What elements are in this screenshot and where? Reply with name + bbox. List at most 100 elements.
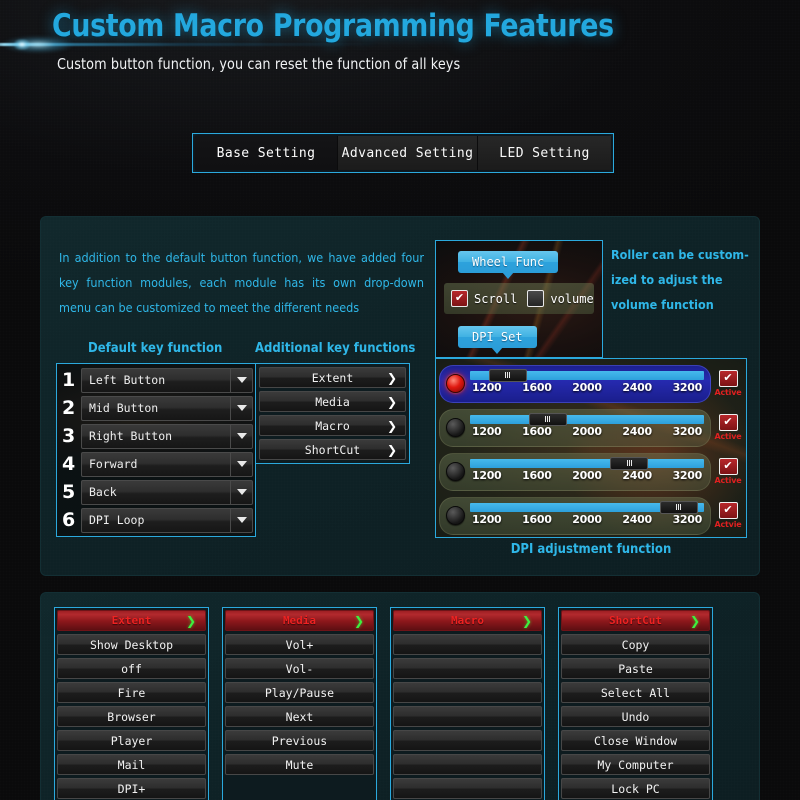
default-key-row: 5 Back [57, 478, 253, 506]
additional-key-list: Extent ❯ Media ❯ Macro ❯ ShortCut ❯ [255, 363, 410, 464]
menu-item[interactable]: DPI+ [57, 778, 206, 799]
scroll-checkbox[interactable] [451, 290, 468, 307]
menu-item[interactable] [393, 706, 542, 727]
chevron-right-icon: ❯ [521, 613, 532, 628]
menu-header-macro[interactable]: Macro ❯ [393, 610, 542, 631]
dpi-row-3[interactable]: 1200 1600 2000 2400 3200 ✔ Active [439, 451, 743, 492]
check-icon[interactable]: ✔ [718, 458, 738, 475]
additional-key-extent[interactable]: Extent ❯ [259, 367, 406, 388]
menu-item[interactable]: Mail [57, 754, 206, 775]
check-icon[interactable]: ✔ [718, 502, 738, 519]
menu-item[interactable]: Paste [561, 658, 710, 679]
default-key-row: 1 Left Button [57, 366, 253, 394]
menu-item[interactable] [393, 634, 542, 655]
check-icon[interactable]: ✔ [718, 370, 738, 387]
key-dropdown-3[interactable]: Right Button [81, 423, 253, 449]
dpi-row-body: 1200 1600 2000 2400 3200 [439, 364, 711, 403]
menu-column-extent: Extent ❯ Show Desktop off Fire Browser P… [54, 607, 209, 800]
active-label: Active [714, 476, 742, 485]
lens-flare-core [2, 36, 74, 53]
dpi-slider-2[interactable]: 1200 1600 2000 2400 3200 [470, 412, 704, 444]
dpi-slider-4[interactable]: 1200 1600 2000 2400 3200 [470, 500, 704, 532]
menu-item[interactable] [393, 682, 542, 703]
additional-key-shortcut[interactable]: ShortCut ❯ [259, 439, 406, 460]
dpi-active-toggle-4[interactable]: ✔ Actvie [713, 502, 743, 529]
tick-label: 1200 [472, 468, 502, 482]
menu-item[interactable]: Player [57, 730, 206, 751]
key-number: 6 [62, 508, 76, 531]
menu-item[interactable]: Previous [225, 730, 374, 751]
active-label: Active [714, 432, 742, 441]
dpi-slider-1[interactable]: 1200 1600 2000 2400 3200 [470, 368, 704, 400]
chevron-right-icon: ❯ [386, 418, 397, 433]
menu-item[interactable]: Vol+ [225, 634, 374, 655]
additional-key-label: Macro [315, 418, 350, 433]
chevron-down-icon [230, 424, 252, 448]
menu-item[interactable]: Lock PC [561, 778, 710, 799]
menu-item[interactable] [393, 754, 542, 775]
key-dropdown-4[interactable]: Forward [81, 451, 253, 477]
menu-item[interactable]: Browser [57, 706, 206, 727]
dpi-active-toggle-2[interactable]: ✔ Active [713, 414, 743, 441]
dpi-slider-3[interactable]: 1200 1600 2000 2400 3200 [470, 456, 704, 488]
menu-item[interactable] [393, 658, 542, 679]
tick-label: 1600 [522, 468, 552, 482]
additional-key-label: Extent [311, 370, 354, 385]
dpi-row-1[interactable]: 1200 1600 2000 2400 3200 ✔ Active [439, 363, 743, 404]
menu-item[interactable]: Undo [561, 706, 710, 727]
tab-led-setting[interactable]: LED Setting [477, 136, 611, 170]
menu-item[interactable]: Play/Pause [225, 682, 374, 703]
dpi-set-callout[interactable]: DPI Set [458, 326, 537, 354]
menu-item[interactable]: Copy [561, 634, 710, 655]
menu-item[interactable]: Fire [57, 682, 206, 703]
menu-header-shortcut[interactable]: ShortCut ❯ [561, 610, 710, 631]
key-dropdown-6[interactable]: DPI Loop [81, 507, 253, 533]
chevron-down-icon [230, 480, 252, 504]
dpi-row-4[interactable]: 1200 1600 2000 2400 3200 ✔ Actvie [439, 495, 743, 536]
menu-header-extent[interactable]: Extent ❯ [57, 610, 206, 631]
dpi-active-toggle-1[interactable]: ✔ Active [713, 370, 743, 397]
default-key-row: 6 DPI Loop [57, 506, 253, 534]
volume-label: volume [550, 291, 594, 306]
tab-base-setting[interactable]: Base Setting [195, 136, 337, 170]
key-dropdown-value: Back [89, 485, 117, 499]
menu-item[interactable]: Next [225, 706, 374, 727]
menu-title: Media [282, 614, 317, 627]
volume-checkbox[interactable] [527, 290, 545, 307]
menu-item[interactable]: off [57, 658, 206, 679]
key-dropdown-value: Left Button [89, 373, 166, 387]
menu-item[interactable]: Show Desktop [57, 634, 206, 655]
wheel-func-callout[interactable]: Wheel Func [458, 251, 559, 279]
key-dropdown-2[interactable]: Mid Button [81, 395, 253, 421]
menu-header-media[interactable]: Media ❯ [225, 610, 374, 631]
menu-item[interactable]: Select All [561, 682, 710, 703]
key-dropdown-1[interactable]: Left Button [81, 367, 253, 393]
menu-item[interactable]: Mute [225, 754, 374, 775]
tab-advanced-setting[interactable]: Advanced Setting [337, 136, 477, 170]
menu-item[interactable]: Close Window [561, 730, 710, 751]
dpi-active-toggle-3[interactable]: ✔ Active [713, 458, 743, 485]
check-icon[interactable]: ✔ [718, 414, 738, 431]
menu-item[interactable]: My Computer [561, 754, 710, 775]
menu-item[interactable] [393, 730, 542, 751]
chevron-down-icon [230, 396, 252, 420]
dpi-row-2[interactable]: 1200 1600 2000 2400 3200 ✔ Active [439, 407, 743, 448]
function-menus-panel: Extent ❯ Show Desktop off Fire Browser P… [40, 592, 760, 800]
dpi-led-indicator [446, 462, 465, 481]
key-dropdown-value: DPI Loop [89, 513, 145, 527]
additional-key-label: Media [315, 394, 350, 409]
menu-item[interactable]: Vol- [225, 658, 374, 679]
scroll-label: Scroll [474, 291, 518, 306]
chevron-down-icon [230, 452, 252, 476]
lens-flare-dot [14, 39, 30, 50]
key-number: 4 [62, 452, 76, 475]
key-dropdown-value: Forward [89, 457, 138, 471]
menu-item[interactable] [393, 778, 542, 799]
key-dropdown-value: Right Button [89, 429, 173, 443]
additional-key-macro[interactable]: Macro ❯ [259, 415, 406, 436]
key-dropdown-5[interactable]: Back [81, 479, 253, 505]
additional-key-media[interactable]: Media ❯ [259, 391, 406, 412]
slider-track [470, 458, 704, 468]
tick-label: 1200 [472, 424, 502, 438]
tick-label: 2000 [572, 512, 602, 526]
